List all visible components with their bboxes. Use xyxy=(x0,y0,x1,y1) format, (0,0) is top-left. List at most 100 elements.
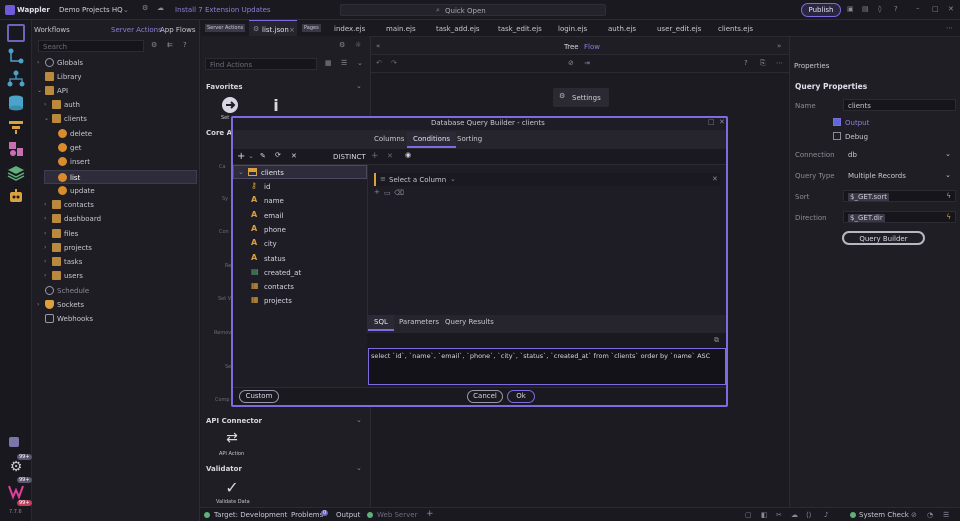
undo-icon[interactable]: ↶ xyxy=(376,59,382,67)
direction-input[interactable]: $_GET.dir ϟ xyxy=(843,211,956,223)
wappler-icon[interactable] xyxy=(7,482,25,500)
resources-icon[interactable] xyxy=(7,117,25,135)
sidebar-item-update[interactable]: update xyxy=(32,184,200,198)
add-icon[interactable]: + xyxy=(237,151,245,162)
tab-clients[interactable]: clients.ejs xyxy=(718,25,753,33)
book-icon[interactable]: ▤ xyxy=(862,5,869,13)
sidebar-item-sockets[interactable]: › Sockets xyxy=(32,298,200,312)
gear-icon[interactable]: ⚙ xyxy=(142,4,148,12)
sidebar-item-tasks[interactable]: › tasks xyxy=(32,255,200,269)
more-tabs-icon[interactable]: ⋯ xyxy=(946,24,953,32)
find-actions-input[interactable]: Find Actions xyxy=(205,58,317,70)
output-checkbox[interactable] xyxy=(833,118,841,126)
step-icon[interactable]: ⇥ xyxy=(584,59,590,67)
extension-updates-link[interactable]: Install 7 Extension Updates xyxy=(175,6,271,14)
tools-icon[interactable]: ✂ xyxy=(776,511,782,519)
code-icon[interactable]: ⟨⟩ xyxy=(806,511,811,519)
collapse-icon[interactable]: ⇇ xyxy=(167,41,173,49)
bell-icon[interactable]: ♪ xyxy=(824,511,828,519)
cloud-icon[interactable]: ☁ xyxy=(157,4,164,12)
tab-user-edit[interactable]: user_edit.ejs xyxy=(657,25,701,33)
sort-input[interactable]: $_GET.sort ϟ xyxy=(843,190,956,202)
layers-icon[interactable] xyxy=(7,164,25,182)
output-tab[interactable]: Output xyxy=(336,511,360,519)
block-icon[interactable]: ⊘ xyxy=(568,59,574,67)
chevron-down-icon[interactable]: ⌄ xyxy=(356,82,362,90)
gear-icon[interactable]: ⚙ xyxy=(151,41,157,49)
sidebar-item-contacts[interactable]: › contacts xyxy=(32,198,200,212)
tab-main[interactable]: main.ejs xyxy=(386,25,416,33)
collapse-right-icon[interactable]: » xyxy=(777,42,781,50)
custom-button[interactable]: Custom xyxy=(239,390,279,403)
connection-select[interactable]: db ⌄ xyxy=(843,148,956,160)
layout-icon[interactable]: ▢ xyxy=(745,511,752,519)
minimize-icon[interactable]: – xyxy=(916,4,920,12)
sidebar-item-projects[interactable]: › projects xyxy=(32,241,200,255)
chevron-down-icon[interactable]: ⌄ xyxy=(356,464,362,472)
problems-tab[interactable]: Problems xyxy=(291,511,323,519)
redo-icon[interactable]: ↷ xyxy=(391,59,397,67)
distinct-toggle[interactable]: DISTINCT xyxy=(333,153,366,161)
remove-condition-icon[interactable]: ✕ xyxy=(387,152,393,160)
search-input[interactable]: Search xyxy=(38,40,144,52)
tab-task-edit[interactable]: task_edit.ejs xyxy=(498,25,542,33)
dynamic-data-icon[interactable]: ϟ xyxy=(946,192,951,200)
cancel-button[interactable]: Cancel xyxy=(467,390,503,403)
split-icon[interactable]: ◧ xyxy=(761,511,768,519)
chevron-down-icon[interactable]: ⌄ xyxy=(357,59,363,67)
sidebar-item-dashboard[interactable]: › dashboard xyxy=(32,212,200,226)
robot-icon[interactable] xyxy=(7,187,25,205)
menu-icon[interactable]: ☰ xyxy=(943,511,949,519)
gear-icon[interactable]: ⚙ xyxy=(339,41,345,49)
help-icon[interactable]: ? xyxy=(744,59,748,67)
help-icon[interactable]: ? xyxy=(183,41,187,49)
tab-auth[interactable]: auth.ejs xyxy=(608,25,636,33)
sidebar-item-library[interactable]: Library xyxy=(32,70,200,84)
tab-sorting[interactable]: Sorting xyxy=(451,132,488,148)
drop-icon[interactable]: ◊ xyxy=(878,5,881,13)
sidebar-item-list[interactable]: list xyxy=(44,170,197,184)
maximize-icon[interactable]: □ xyxy=(932,5,939,13)
clear-icon[interactable]: ✕ xyxy=(291,152,297,160)
chevron-down-icon[interactable]: ⌄ xyxy=(356,416,362,424)
query-type-select[interactable]: Multiple Records ⌄ xyxy=(843,169,956,181)
chevron-down-icon[interactable]: ⌄ xyxy=(248,152,254,160)
sidebar-item-users[interactable]: › users xyxy=(32,269,200,283)
tab-app-flows[interactable]: App Flows xyxy=(160,26,196,34)
trash-icon[interactable]: ⌫ xyxy=(394,189,404,197)
system-check[interactable]: System Check xyxy=(859,511,909,519)
layout-icon[interactable]: ▣ xyxy=(847,5,854,13)
sidebar-item-insert[interactable]: insert xyxy=(32,155,200,169)
tab-sql[interactable]: SQL xyxy=(368,315,394,331)
quick-open-bar[interactable]: ⌕ Quick Open xyxy=(340,4,606,16)
database-icon[interactable] xyxy=(7,94,25,112)
table-clients-row[interactable]: ⌄ clients xyxy=(233,165,367,179)
sidebar-item-globals[interactable]: › Globals xyxy=(32,56,200,70)
pages-icon[interactable] xyxy=(7,24,25,42)
assets-icon[interactable] xyxy=(7,140,25,158)
name-input[interactable]: clients xyxy=(843,99,956,111)
tab-task-add[interactable]: task_add.ejs xyxy=(436,25,480,33)
sidebar-item-get[interactable]: get xyxy=(32,141,200,155)
sidebar-item-auth[interactable]: › auth xyxy=(32,98,200,112)
debug-checkbox[interactable] xyxy=(833,132,841,140)
tab-query-results[interactable]: Query Results xyxy=(439,315,500,331)
sidebar-item-clients[interactable]: ⌄ clients xyxy=(32,112,200,126)
add-rule-icon[interactable]: + xyxy=(374,188,380,196)
target-selector[interactable]: Target: Development xyxy=(214,511,287,519)
grid-view-icon[interactable]: ▦ xyxy=(325,59,332,67)
sidebar-item-api[interactable]: ⌄ API xyxy=(32,84,200,98)
team-icon[interactable] xyxy=(7,433,25,451)
help-icon[interactable]: ? xyxy=(894,5,898,13)
web-server-tab[interactable]: Web Server xyxy=(377,511,417,519)
api-action-button[interactable]: ⇄ API Action xyxy=(217,430,247,460)
column-selector[interactable]: ≡ Select a Column ⌄ ✕ xyxy=(374,173,720,186)
validate-data-button[interactable]: ✓ Validate Data xyxy=(215,478,250,508)
edit-icon[interactable]: ✎ xyxy=(260,152,266,160)
sql-editor[interactable]: select `id`, `name`, `email`, `phone`, `… xyxy=(368,348,726,385)
copy-icon[interactable]: ⧉ xyxy=(714,336,719,345)
settings-node[interactable]: ⚙ Settings xyxy=(553,88,609,107)
share-icon[interactable]: ⎘ xyxy=(760,59,766,68)
gear-icon[interactable]: ⚙ xyxy=(7,458,25,476)
cloud-icon[interactable]: ☁ xyxy=(791,511,798,519)
